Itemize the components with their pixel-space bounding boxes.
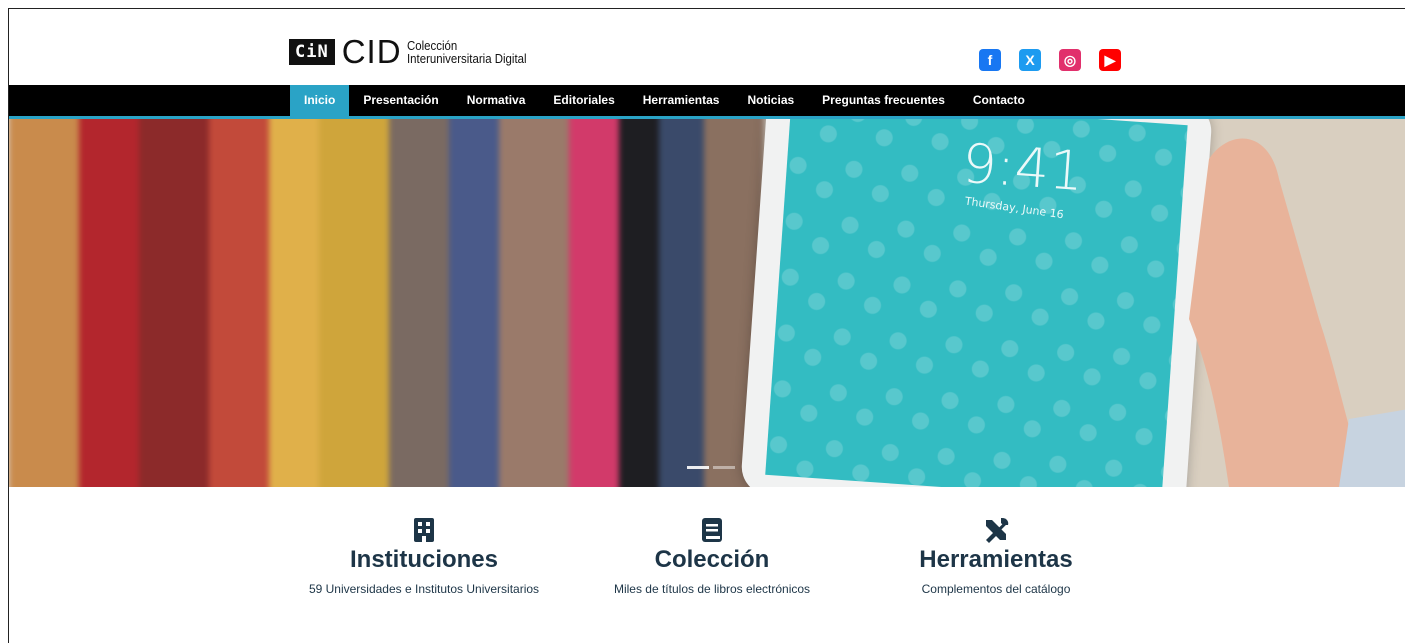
nav-item-noticias[interactable]: Noticias — [733, 85, 808, 116]
slider-indicators — [687, 466, 735, 469]
site-logo[interactable]: CiN CID Colección Interuniversitaria Dig… — [289, 35, 542, 69]
x-icon[interactable]: X — [1019, 49, 1041, 71]
page-frame: CiN CID Colección Interuniversitaria Dig… — [8, 8, 1405, 643]
nav-item-inicio[interactable]: Inicio — [290, 85, 350, 116]
building-icon — [409, 515, 439, 545]
feature-description: 59 Universidades e Institutos Universita… — [308, 582, 540, 596]
social-links: f X ◎ ▶ — [979, 49, 1121, 71]
logo-subtitle-line2: Interuniversitaria Digital — [406, 51, 527, 66]
header: CiN CID Colección Interuniversitaria Dig… — [9, 9, 1405, 85]
slider-dot-1[interactable] — [687, 466, 709, 469]
nav-item-preguntas-frecuentes[interactable]: Preguntas frecuentes — [808, 85, 959, 116]
feature-title: Instituciones — [349, 546, 499, 573]
tablet-screen: 9:41 Thursday, June 16 — [765, 119, 1188, 487]
tablet-clock: 9:41 — [960, 131, 1086, 204]
facebook-icon[interactable]: f — [979, 49, 1001, 71]
hand-image — [1189, 138, 1405, 487]
nav-item-presentacion[interactable]: Presentación — [349, 85, 452, 116]
slider-dot-2[interactable] — [713, 466, 735, 469]
feature-coleccion[interactable]: Colección Miles de títulos de libros ele… — [572, 515, 852, 596]
nav-item-herramientas[interactable]: Herramientas — [629, 85, 734, 116]
instagram-icon[interactable]: ◎ — [1059, 49, 1081, 71]
cin-logo-badge: CiN — [289, 39, 335, 65]
youtube-icon[interactable]: ▶ — [1099, 49, 1121, 71]
tools-icon — [981, 515, 1011, 545]
nav-item-contacto[interactable]: Contacto — [959, 85, 1039, 116]
feature-title: Herramientas — [919, 546, 1073, 573]
feature-description: Complementos del catálogo — [921, 582, 1071, 596]
tablet-image: 9:41 Thursday, June 16 — [739, 119, 1214, 487]
feature-description: Miles de títulos de libros electrónicos — [613, 582, 811, 596]
hero-slider[interactable]: 9:41 Thursday, June 16 — [9, 119, 1405, 487]
cid-logo-text: CID — [341, 33, 402, 70]
features-section: Instituciones 59 Universidades e Institu… — [9, 487, 1405, 643]
logo-subtitle: Colección Interuniversitaria Digital — [407, 39, 527, 65]
book-icon — [697, 515, 727, 545]
nav-item-editoriales[interactable]: Editoriales — [539, 85, 628, 116]
feature-instituciones[interactable]: Instituciones 59 Universidades e Institu… — [284, 515, 564, 596]
feature-title: Colección — [654, 546, 770, 573]
nav-item-normativa[interactable]: Normativa — [453, 85, 540, 116]
feature-herramientas[interactable]: Herramientas Complementos del catálogo — [856, 515, 1136, 596]
main-nav: Inicio Presentación Normativa Editoriale… — [9, 85, 1405, 116]
